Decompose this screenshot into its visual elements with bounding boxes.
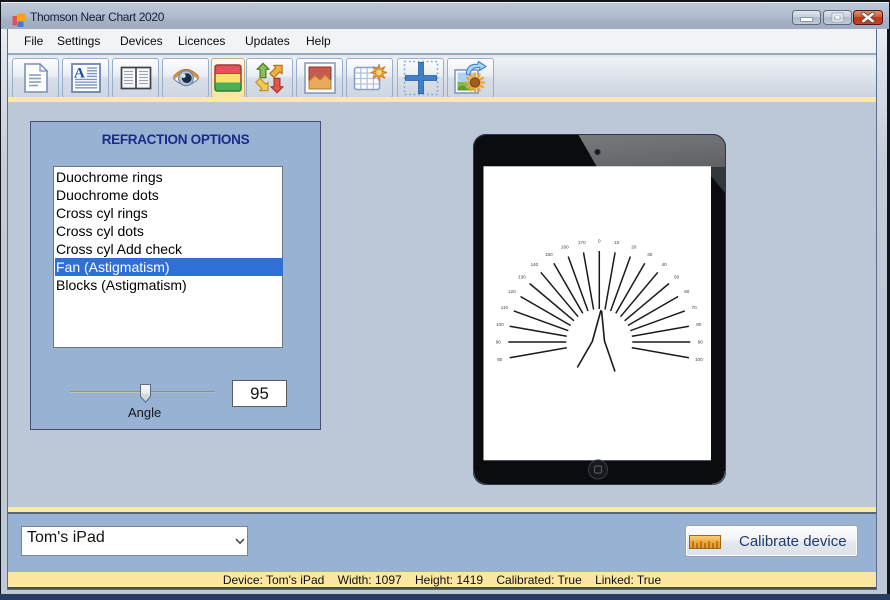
svg-text:160: 160 xyxy=(561,245,569,250)
svg-text:120: 120 xyxy=(508,289,516,294)
svg-text:170: 170 xyxy=(578,240,586,245)
svg-text:20: 20 xyxy=(631,245,637,250)
svg-text:80: 80 xyxy=(696,322,702,327)
svg-text:130: 130 xyxy=(518,275,526,280)
svg-text:40: 40 xyxy=(662,262,668,267)
svg-text:100: 100 xyxy=(695,357,703,362)
svg-text:140: 140 xyxy=(531,262,539,267)
svg-text:50: 50 xyxy=(674,275,680,280)
svg-text:30: 30 xyxy=(647,252,653,257)
svg-text:0: 0 xyxy=(598,239,601,244)
svg-text:60: 60 xyxy=(684,289,690,294)
svg-text:100: 100 xyxy=(496,322,504,327)
svg-text:A: A xyxy=(74,66,85,82)
svg-text:90: 90 xyxy=(496,340,502,345)
svg-text:110: 110 xyxy=(501,305,509,310)
svg-text:10: 10 xyxy=(614,240,620,245)
svg-text:70: 70 xyxy=(692,305,698,310)
svg-text:90: 90 xyxy=(698,340,704,345)
svg-text:150: 150 xyxy=(545,252,553,257)
svg-text:80: 80 xyxy=(497,357,503,362)
